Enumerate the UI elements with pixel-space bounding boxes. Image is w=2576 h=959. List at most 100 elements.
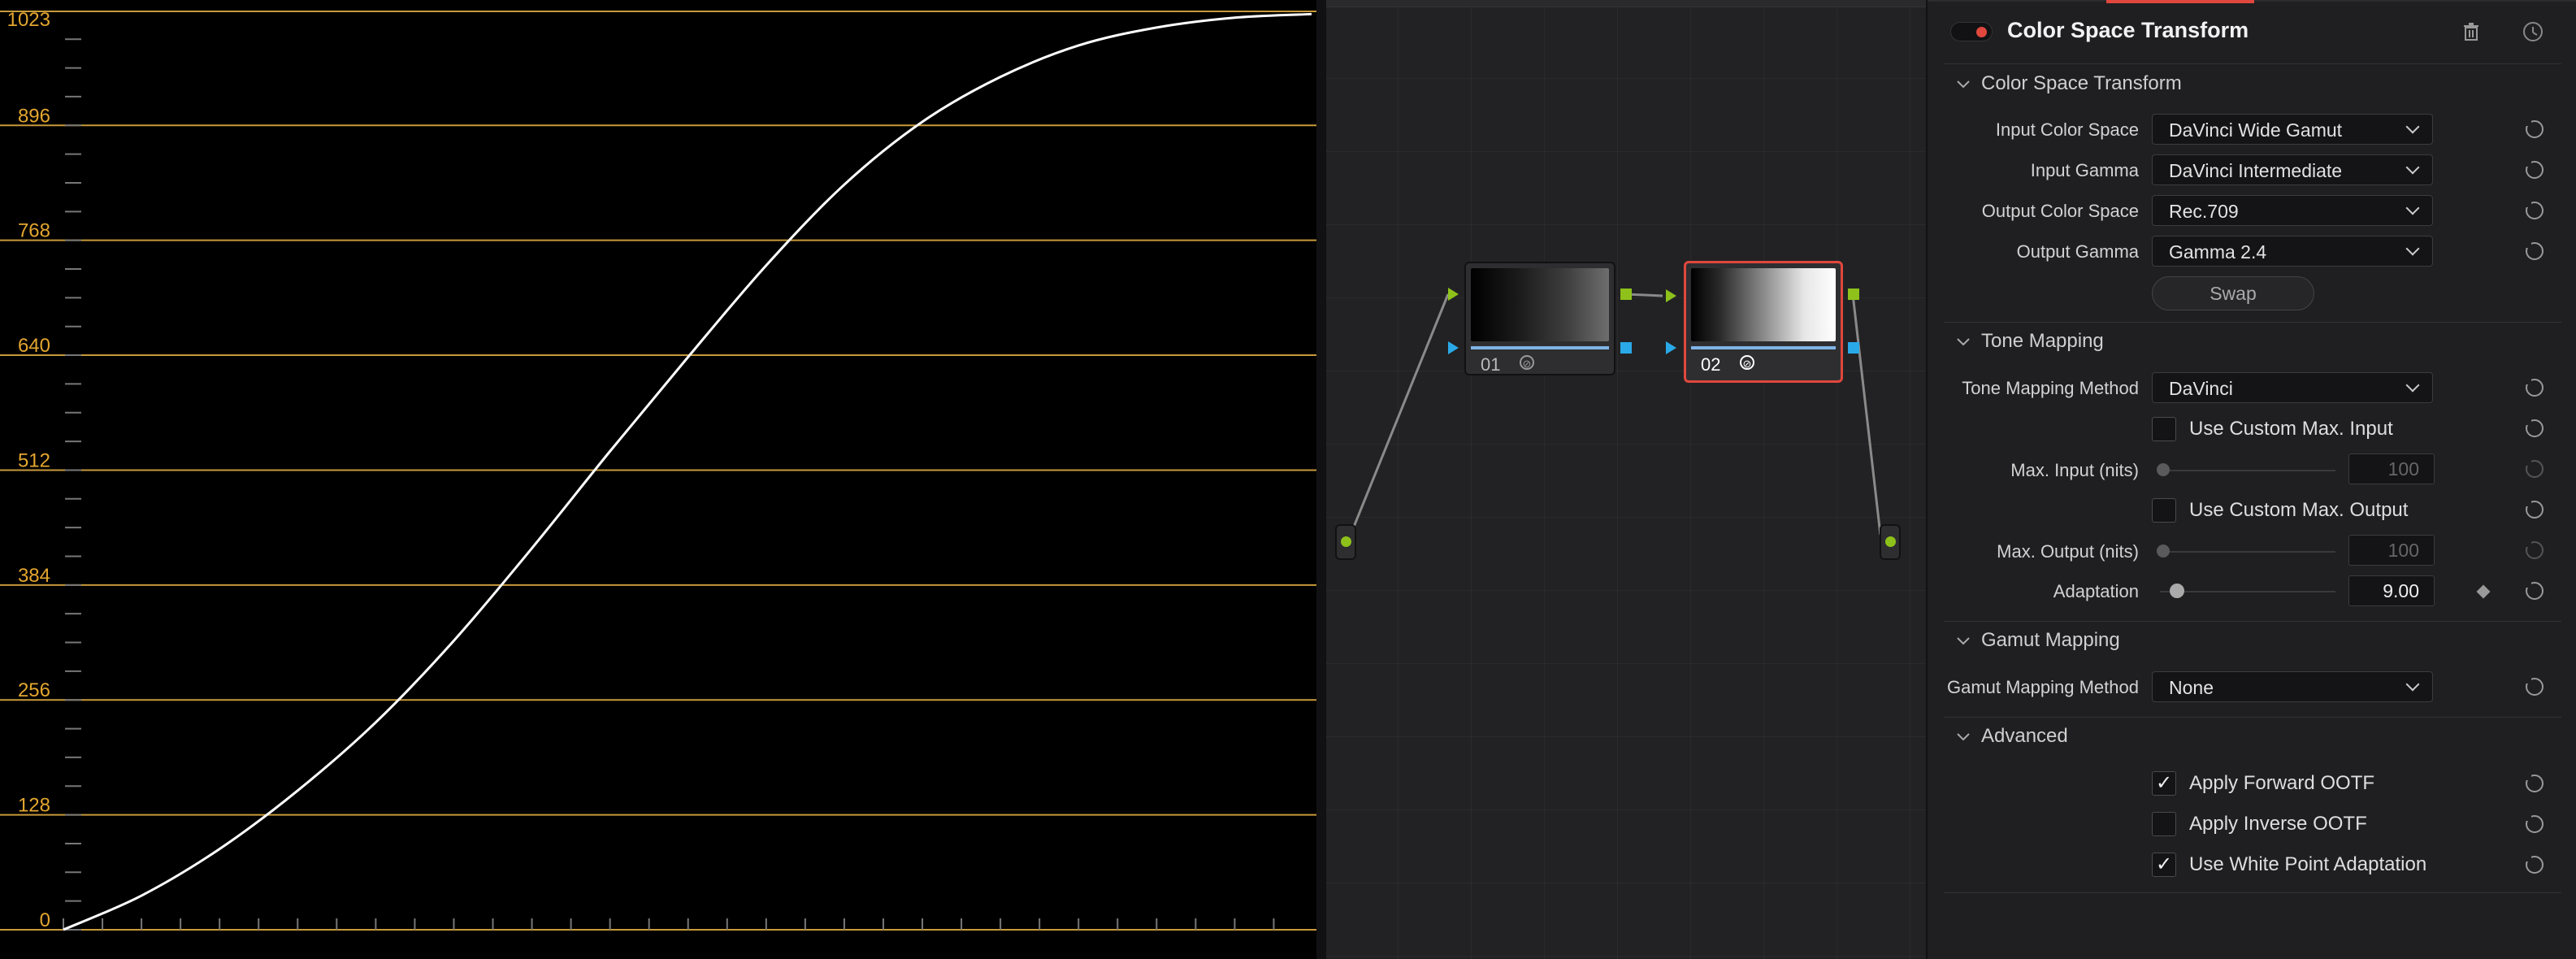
- input-gamma-label: Input Gamma: [2030, 160, 2139, 180]
- dropdown-value: Rec.709: [2169, 201, 2239, 222]
- scope-y-tick-label: 256: [18, 679, 50, 701]
- reset-icon[interactable]: [2525, 459, 2543, 478]
- use-custom-max-output-label[interactable]: Use Custom Max. Output: [2189, 499, 2408, 522]
- output-color-space-dropdown[interactable]: Rec.709: [2152, 195, 2433, 226]
- section-title-tone-mapping[interactable]: Tone Mapping: [1981, 330, 2104, 353]
- reset-effect-icon[interactable]: [2521, 20, 2545, 44]
- scope-y-tick-label: 1023: [7, 9, 50, 31]
- section-title-cst[interactable]: Color Space Transform: [1981, 72, 2182, 95]
- output-input-dot[interactable]: [1885, 536, 1896, 547]
- node02-alpha-input[interactable]: [1666, 341, 1676, 354]
- node-02[interactable]: 02 ⊘: [1684, 261, 1843, 383]
- node-connections: [1349, 293, 1882, 536]
- reset-icon[interactable]: [2525, 119, 2543, 138]
- gamut-mapping-method-dropdown[interactable]: None: [2152, 671, 2433, 702]
- node02-rgb-input[interactable]: [1666, 289, 1676, 302]
- chevron-down-icon: [2405, 241, 2420, 256]
- keyframe-diamond-icon[interactable]: [2476, 584, 2491, 599]
- toggle-knob: [1976, 27, 1987, 37]
- scope-y-tick-label: 384: [18, 565, 50, 587]
- adaptation-slider-handle[interactable]: [2170, 584, 2184, 598]
- node02-alpha-output[interactable]: [1848, 342, 1859, 354]
- chevron-down-icon[interactable]: [1955, 336, 1971, 348]
- max-input-slider-handle[interactable]: [2157, 463, 2170, 476]
- scope-gridlines: [0, 11, 1316, 931]
- node02-rgb-output[interactable]: [1848, 289, 1859, 300]
- adaptation-slider-track[interactable]: [2160, 591, 2335, 592]
- node-01[interactable]: 01 ⊘: [1464, 262, 1615, 375]
- use-white-point-adaptation-checkbox[interactable]: ✓: [2152, 853, 2176, 877]
- dropdown-value: Gamma 2.4: [2169, 241, 2267, 263]
- node02-label: 02: [1701, 354, 1721, 375]
- input-color-space-dropdown[interactable]: DaVinci Wide Gamut: [2152, 114, 2433, 145]
- input-gamma-dropdown[interactable]: DaVinci Intermediate: [2152, 154, 2433, 185]
- scope-ticks: [63, 38, 1275, 931]
- tone-mapping-method-label: Tone Mapping Method: [1962, 378, 2139, 398]
- reset-icon[interactable]: [2525, 814, 2543, 833]
- dropdown-value: DaVinci: [2169, 378, 2233, 399]
- apply-forward-ootf-label[interactable]: Apply Forward OOTF: [2189, 772, 2374, 795]
- section-title-gamut-mapping[interactable]: Gamut Mapping: [1981, 629, 2120, 652]
- max-output-label: Max. Output (nits): [1997, 541, 2139, 562]
- node02-status-bar: [1691, 346, 1836, 349]
- use-custom-max-output-checkbox[interactable]: [2152, 498, 2176, 523]
- reset-icon[interactable]: [2525, 677, 2543, 696]
- node01-rgb-input[interactable]: [1448, 288, 1459, 301]
- node01-alpha-output[interactable]: [1620, 342, 1632, 354]
- reset-icon[interactable]: [2525, 201, 2543, 219]
- reset-icon[interactable]: [2525, 581, 2543, 600]
- apply-forward-ootf-checkbox[interactable]: ✓: [2152, 771, 2176, 796]
- use-custom-max-input-label[interactable]: Use Custom Max. Input: [2189, 418, 2393, 440]
- reset-icon[interactable]: [2525, 419, 2543, 437]
- reset-icon[interactable]: [2525, 774, 2543, 792]
- adaptation-label: Adaptation: [2053, 581, 2139, 601]
- output-gamma-dropdown[interactable]: Gamma 2.4: [2152, 236, 2433, 267]
- reset-icon[interactable]: [2525, 378, 2543, 397]
- max-output-slider-handle[interactable]: [2157, 545, 2170, 558]
- max-output-field[interactable]: 100: [2348, 535, 2435, 566]
- node01-rgb-output[interactable]: [1620, 289, 1632, 300]
- max-output-slider-track[interactable]: [2160, 551, 2335, 553]
- reset-icon[interactable]: [2525, 855, 2543, 874]
- swap-button[interactable]: Swap: [2152, 276, 2314, 310]
- node01-thumbnail: [1471, 268, 1609, 341]
- chevron-down-icon: [2405, 201, 2420, 215]
- max-input-slider-track[interactable]: [2160, 470, 2335, 471]
- node02-thumbnail: [1691, 268, 1836, 341]
- tone-mapping-method-dropdown[interactable]: DaVinci: [2152, 372, 2433, 403]
- scope-y-tick-label: 768: [18, 220, 50, 242]
- source-output-node[interactable]: [1880, 524, 1901, 560]
- chevron-down-icon: [2405, 378, 2420, 393]
- wire-node02-to-output: [1851, 293, 1882, 536]
- node02-fx-icon: ⊘: [1740, 355, 1754, 370]
- scope-y-tick-label: 0: [40, 909, 50, 931]
- panel-divider[interactable]: [1316, 0, 1326, 959]
- effect-enable-toggle[interactable]: [1950, 22, 1993, 41]
- reset-icon[interactable]: [2525, 241, 2543, 260]
- reset-icon[interactable]: [2525, 160, 2543, 179]
- reset-icon[interactable]: [2525, 500, 2543, 519]
- trash-icon[interactable]: [2462, 22, 2480, 41]
- reset-icon[interactable]: [2525, 540, 2543, 559]
- chevron-down-icon[interactable]: [1955, 731, 1971, 743]
- section-title-advanced[interactable]: Advanced: [1981, 725, 2068, 748]
- use-white-point-adaptation-label[interactable]: Use White Point Adaptation: [2189, 853, 2426, 876]
- chevron-down-icon: [2405, 677, 2420, 692]
- use-custom-max-input-checkbox[interactable]: [2152, 417, 2176, 441]
- node-editor[interactable]: 01 ⊘ 02 ⊘: [1326, 0, 1926, 959]
- node01-label: 01: [1481, 354, 1501, 375]
- chevron-down-icon[interactable]: [1955, 636, 1971, 647]
- apply-inverse-ootf-checkbox[interactable]: [2152, 812, 2176, 836]
- adaptation-field[interactable]: 9.00: [2348, 575, 2435, 606]
- active-tab-indicator: [2106, 0, 2254, 3]
- scope-y-tick-label: 640: [18, 335, 50, 357]
- node01-status-bar: [1471, 346, 1609, 349]
- node01-alpha-input[interactable]: [1448, 341, 1459, 354]
- scope-y-tick-label: 896: [18, 105, 50, 127]
- max-input-field[interactable]: 100: [2348, 453, 2435, 484]
- apply-inverse-ootf-label[interactable]: Apply Inverse OOTF: [2189, 813, 2367, 835]
- source-input-node[interactable]: [1335, 524, 1356, 560]
- section-separator: [1944, 717, 2561, 718]
- chevron-down-icon[interactable]: [1955, 79, 1971, 90]
- source-output-dot[interactable]: [1341, 536, 1351, 547]
